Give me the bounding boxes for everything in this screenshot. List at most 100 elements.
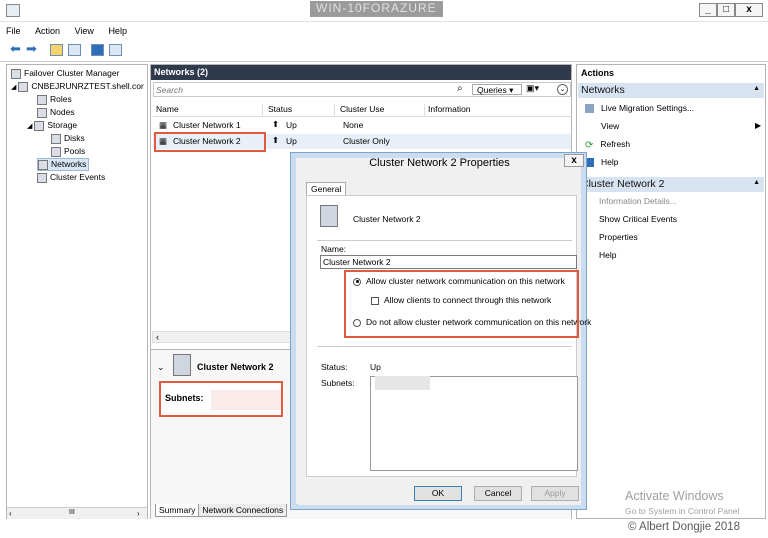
menu-view[interactable]: View bbox=[69, 22, 100, 36]
tree-item-cluster-events[interactable]: Cluster Events bbox=[37, 172, 105, 183]
search-bar: ⌕ Queries ▾ ▣▾ ⌄ bbox=[153, 82, 571, 97]
cluster-manager-icon bbox=[11, 68, 21, 79]
list-horizontal-scrollbar[interactable]: ‹ bbox=[152, 331, 292, 343]
action-refresh[interactable]: ⟳ Refresh bbox=[585, 139, 630, 151]
save-query-icon[interactable]: ▣▾ bbox=[526, 83, 539, 94]
actions-header: Actions bbox=[581, 68, 615, 78]
search-input[interactable] bbox=[156, 84, 456, 96]
collapse-icon[interactable]: ⌄ bbox=[557, 84, 568, 95]
redacted-patch bbox=[375, 376, 430, 390]
queries-button[interactable]: Queries ▾ bbox=[472, 84, 522, 95]
network-large-icon bbox=[320, 205, 338, 227]
menu-action[interactable]: Action bbox=[29, 22, 66, 36]
scroll-left-icon[interactable]: ‹ bbox=[156, 332, 159, 342]
menu-help[interactable]: Help bbox=[102, 22, 133, 36]
column-information[interactable]: Information bbox=[425, 104, 565, 117]
pools-icon bbox=[51, 146, 61, 157]
tree-item-nodes[interactable]: Nodes bbox=[37, 107, 75, 118]
action-show-critical-events[interactable]: Show Critical Events bbox=[599, 214, 677, 224]
title-bar: WIN-10FORAZURE _ □ x bbox=[0, 0, 768, 22]
up-folder-icon[interactable] bbox=[50, 44, 63, 56]
events-icon bbox=[37, 172, 47, 183]
ok-button[interactable]: OK bbox=[414, 486, 462, 501]
divider bbox=[317, 346, 572, 347]
help-icon[interactable] bbox=[91, 44, 104, 56]
tree-item-networks[interactable]: Networks bbox=[37, 158, 90, 171]
tree-item-roles[interactable]: Roles bbox=[37, 94, 72, 105]
tree-horizontal-scrollbar[interactable]: ‹ III › bbox=[7, 507, 147, 519]
name-field[interactable] bbox=[320, 255, 577, 269]
tree-item-disks[interactable]: Disks bbox=[51, 133, 85, 144]
actions-section-networks[interactable]: Networks ▲ bbox=[578, 83, 764, 98]
scroll-right-icon[interactable]: › bbox=[137, 509, 140, 518]
action-help[interactable]: Help bbox=[585, 157, 618, 168]
menu-file[interactable]: File bbox=[0, 22, 27, 36]
table-row[interactable]: ▦ Cluster Network 1 ⬆ Up None bbox=[153, 118, 571, 133]
search-icon[interactable]: ⌕ bbox=[457, 83, 463, 94]
column-status[interactable]: Status bbox=[265, 104, 335, 117]
tree-item-cluster[interactable]: ◢ CNBEJRUNRZTEST.shell.cor bbox=[11, 81, 144, 92]
minimize-button[interactable]: _ bbox=[699, 3, 717, 17]
collapse-section-icon[interactable]: ▲ bbox=[753, 179, 760, 186]
expand-arrow-icon[interactable]: ◢ bbox=[11, 84, 16, 91]
networks-header: Networks (2) bbox=[151, 65, 571, 80]
console-tree-icon[interactable] bbox=[68, 44, 81, 56]
row-status: Up bbox=[286, 136, 297, 146]
tree-item-storage[interactable]: ◢ Storage bbox=[27, 120, 77, 131]
detail-title: Cluster Network 2 bbox=[197, 362, 274, 372]
row-use: Cluster Only bbox=[343, 136, 390, 146]
tab-general[interactable]: General bbox=[306, 182, 347, 196]
forward-arrow-icon[interactable]: ➡ bbox=[26, 41, 37, 57]
apply-button[interactable]: Apply bbox=[531, 486, 579, 501]
subnets-list[interactable] bbox=[370, 376, 578, 471]
cluster-icon bbox=[18, 81, 29, 92]
show-action-pane-icon[interactable] bbox=[109, 44, 122, 56]
dialog-body: General Cluster Network 2 Name: Allow cl… bbox=[298, 175, 591, 505]
scroll-left-icon[interactable]: ‹ bbox=[9, 509, 12, 518]
action-help-2[interactable]: Help bbox=[599, 250, 616, 260]
name-label: Name: bbox=[321, 244, 347, 254]
submenu-arrow-icon: ▶ bbox=[755, 121, 762, 130]
status-up-icon: ⬆ bbox=[272, 119, 280, 129]
tree-item-pools[interactable]: Pools bbox=[51, 146, 85, 157]
column-cluster-use[interactable]: Cluster Use bbox=[337, 104, 425, 117]
redacted-patch bbox=[211, 390, 281, 410]
networks-icon bbox=[38, 159, 48, 170]
status-up-icon: ⬆ bbox=[272, 135, 280, 145]
action-live-migration-settings[interactable]: Live Migration Settings... bbox=[585, 103, 694, 114]
subnets-label: Subnets: bbox=[321, 378, 355, 388]
maximize-button[interactable]: □ bbox=[717, 3, 735, 17]
close-window-button[interactable]: x bbox=[735, 3, 763, 17]
action-properties[interactable]: Properties bbox=[599, 232, 638, 242]
back-arrow-icon[interactable]: ⬅ bbox=[10, 41, 21, 57]
properties-dialog: Cluster Network 2 Properties x General C… bbox=[290, 152, 591, 510]
nodes-icon bbox=[37, 107, 47, 118]
action-view[interactable]: View ▶ bbox=[585, 121, 761, 131]
copyright-watermark: © Albert Dongjie 2018 bbox=[628, 521, 741, 533]
highlight-box bbox=[154, 132, 266, 152]
tree-item-failover-cluster-manager[interactable]: Failover Cluster Manager bbox=[11, 68, 119, 79]
actions-section-cluster-network-2[interactable]: Cluster Network 2 ▲ bbox=[578, 177, 764, 192]
expand-arrow-icon[interactable]: ◢ bbox=[27, 123, 32, 130]
detail-tabs: Summary Network Connections bbox=[155, 504, 288, 518]
collapse-section-icon[interactable]: ▲ bbox=[753, 85, 760, 92]
tab-network-connections[interactable]: Network Connections bbox=[199, 504, 288, 517]
scroll-thumb[interactable]: III bbox=[69, 509, 75, 516]
table-header: Name Status Cluster Use Information bbox=[153, 104, 571, 117]
action-information-details[interactable]: Information Details... bbox=[599, 196, 677, 206]
network-name-heading: Cluster Network 2 bbox=[353, 214, 421, 224]
activate-windows-title: Activate Windows bbox=[625, 489, 724, 503]
highlight-box bbox=[344, 270, 579, 338]
cancel-button[interactable]: Cancel bbox=[474, 486, 522, 501]
network-large-icon bbox=[173, 354, 191, 376]
network-row-icon: ▦ bbox=[159, 120, 168, 130]
collapse-detail-icon[interactable]: ⌄ bbox=[157, 362, 165, 373]
divider bbox=[317, 240, 572, 241]
tab-summary[interactable]: Summary bbox=[155, 504, 200, 517]
status-value: Up bbox=[370, 362, 381, 372]
row-status: Up bbox=[286, 120, 297, 130]
status-label: Status: bbox=[321, 362, 348, 372]
column-name[interactable]: Name bbox=[153, 104, 263, 117]
app-icon bbox=[6, 4, 20, 17]
dialog-close-button[interactable]: x bbox=[564, 154, 584, 167]
